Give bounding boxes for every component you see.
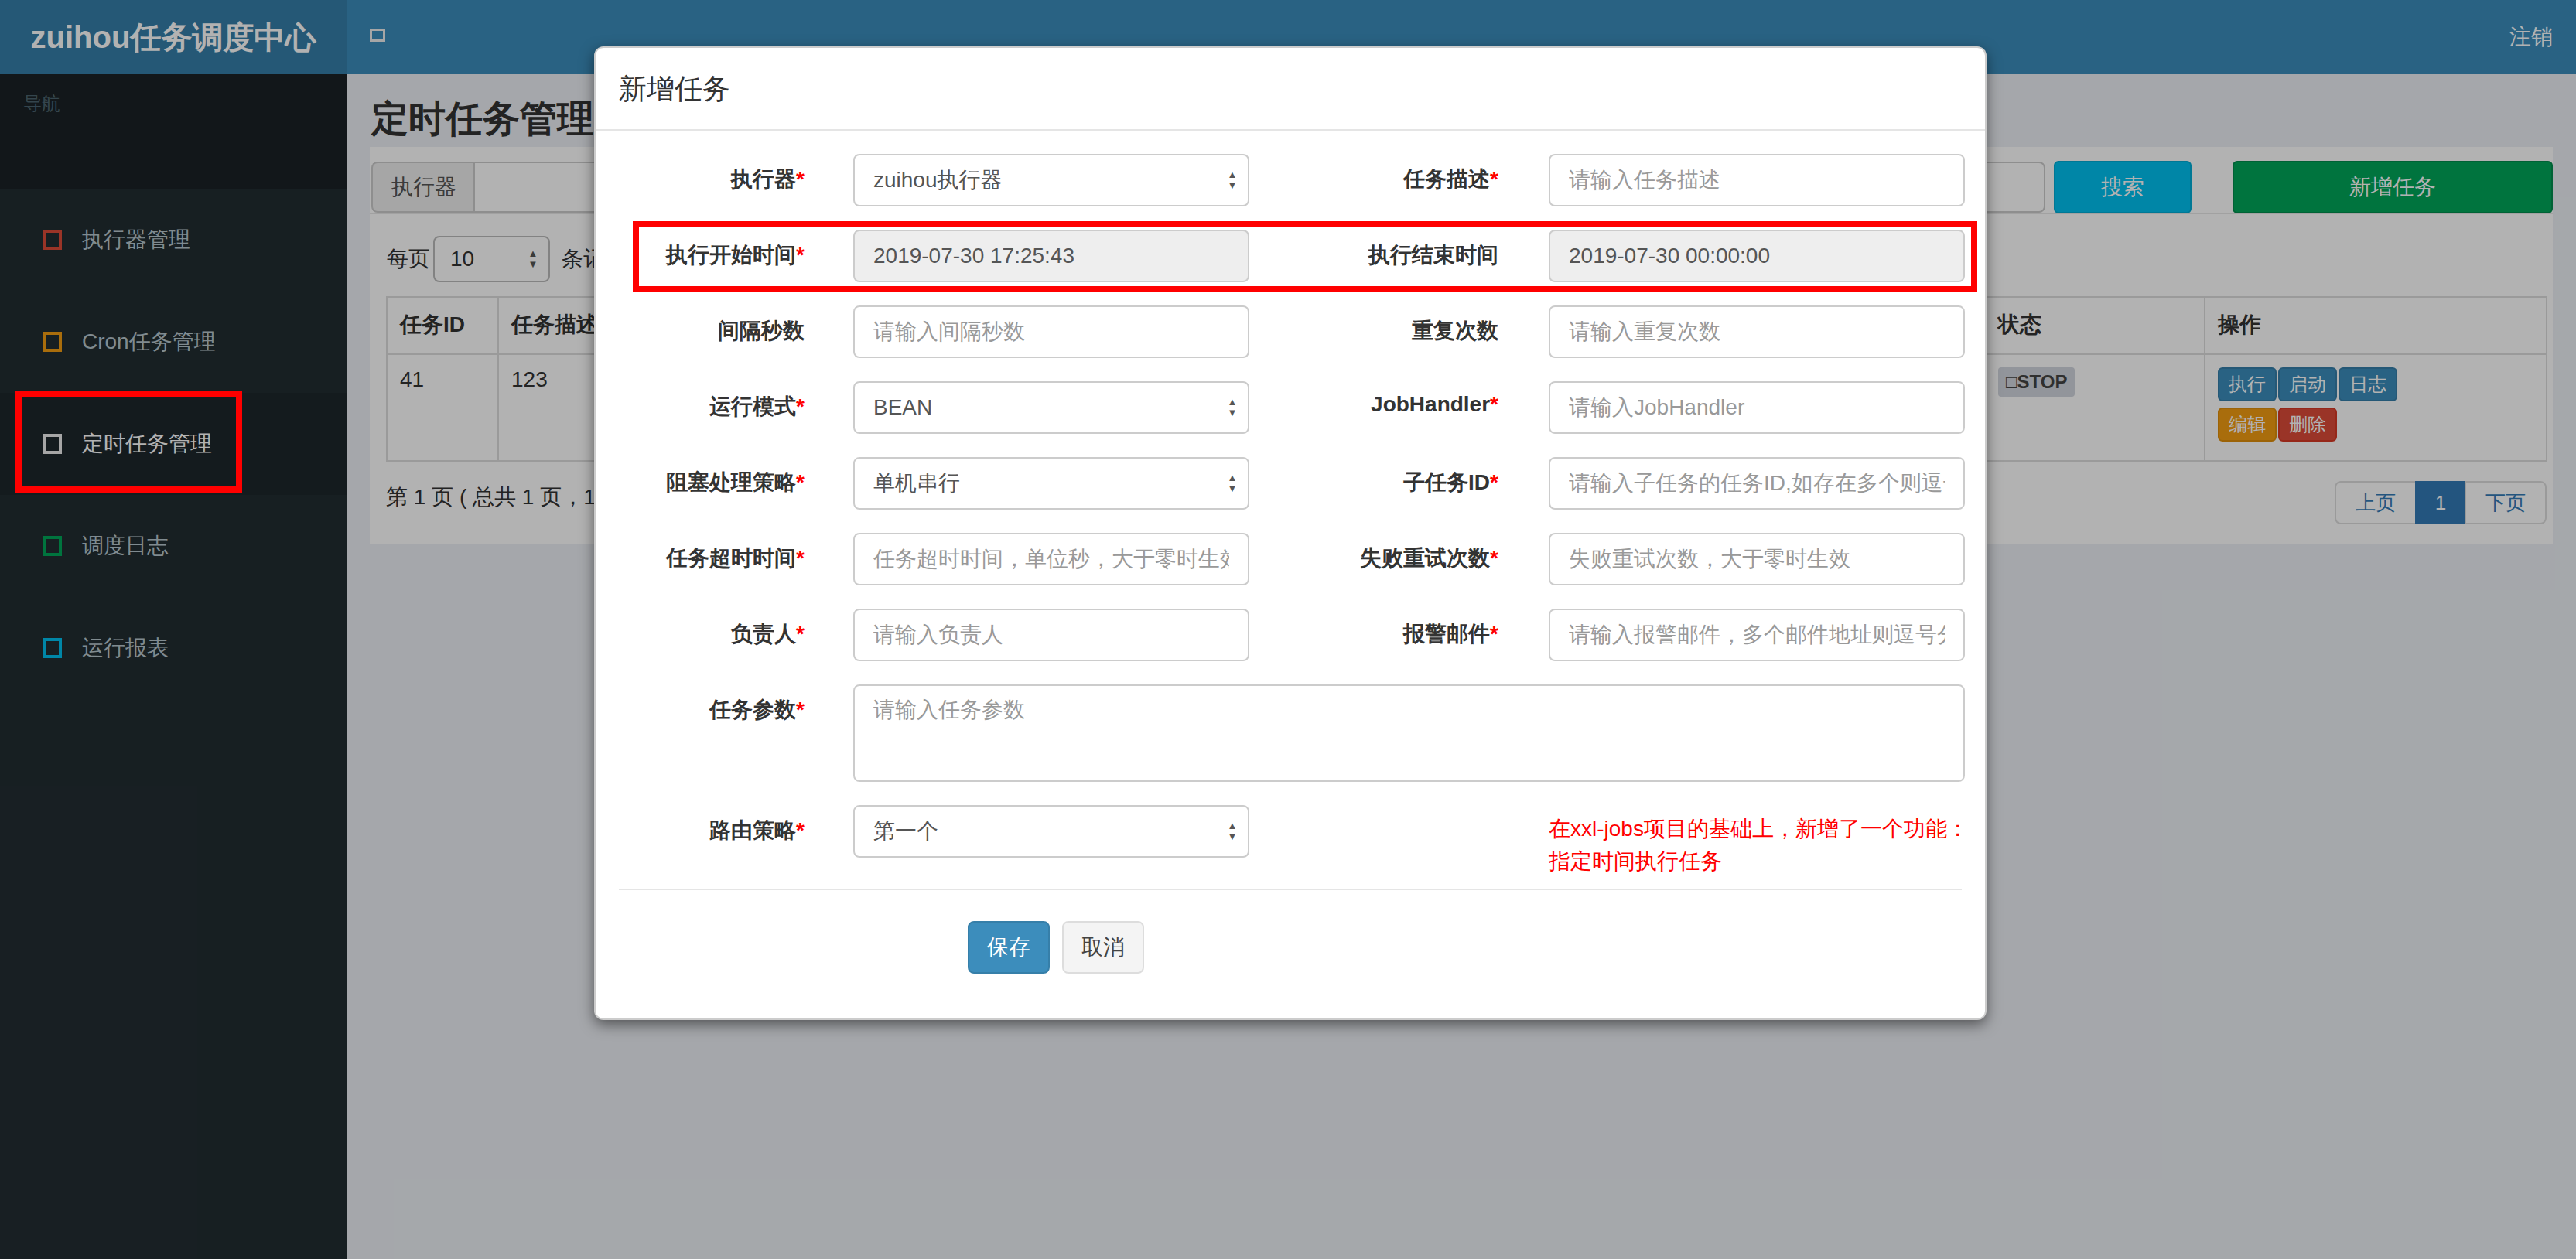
timeout-label: 任务超时时间*: [619, 533, 805, 573]
run-mode-label: 运行模式*: [619, 381, 805, 421]
block-strategy-label: 阻塞处理策略*: [619, 457, 805, 497]
alarm-email-label: 报警邮件*: [1162, 609, 1498, 649]
alarm-email-input[interactable]: [1549, 609, 1965, 661]
modal-header: 新增任务: [596, 48, 1985, 131]
route-strategy-select[interactable]: 第一个▲▼: [853, 805, 1249, 858]
job-handler-input[interactable]: [1549, 381, 1965, 434]
save-button[interactable]: 保存: [968, 921, 1050, 974]
job-handler-label: JobHandler*: [1162, 381, 1498, 417]
interval-label: 间隔秒数: [619, 305, 805, 346]
job-desc-input[interactable]: [1549, 154, 1965, 206]
cancel-button[interactable]: 取消: [1062, 921, 1144, 974]
modal-title: 新增任务: [619, 71, 1962, 106]
repeat-input[interactable]: [1549, 305, 1965, 358]
modal-footer: 保存 取消: [619, 890, 1962, 1018]
job-desc-label: 任务描述*: [1162, 154, 1498, 194]
child-job-input[interactable]: [1549, 457, 1965, 510]
child-job-label: 子任务ID*: [1162, 457, 1498, 497]
owner-label: 负责人*: [619, 609, 805, 649]
annotation-rect-sidebar: [15, 391, 242, 493]
job-param-textarea[interactable]: [853, 684, 1965, 782]
annotation-rect-start-time: [633, 221, 1977, 292]
fail-retry-input[interactable]: [1549, 533, 1965, 585]
add-task-modal: 新增任务 执行器* zuihou执行器▲▼ 任务描述* 执行开始时间* 执行结束…: [594, 46, 1987, 1020]
job-param-label: 任务参数*: [619, 684, 805, 725]
route-strategy-label: 路由策略*: [619, 805, 805, 845]
fail-retry-label: 失败重试次数*: [1162, 533, 1498, 573]
executor-label: 执行器*: [619, 154, 805, 194]
feature-note: 在xxl-jobs项目的基础上，新增了一个功能：指定时间执行任务: [1549, 813, 1982, 878]
repeat-label: 重复次数: [1162, 305, 1498, 346]
select-caret-icon: ▲▼: [1225, 821, 1240, 842]
